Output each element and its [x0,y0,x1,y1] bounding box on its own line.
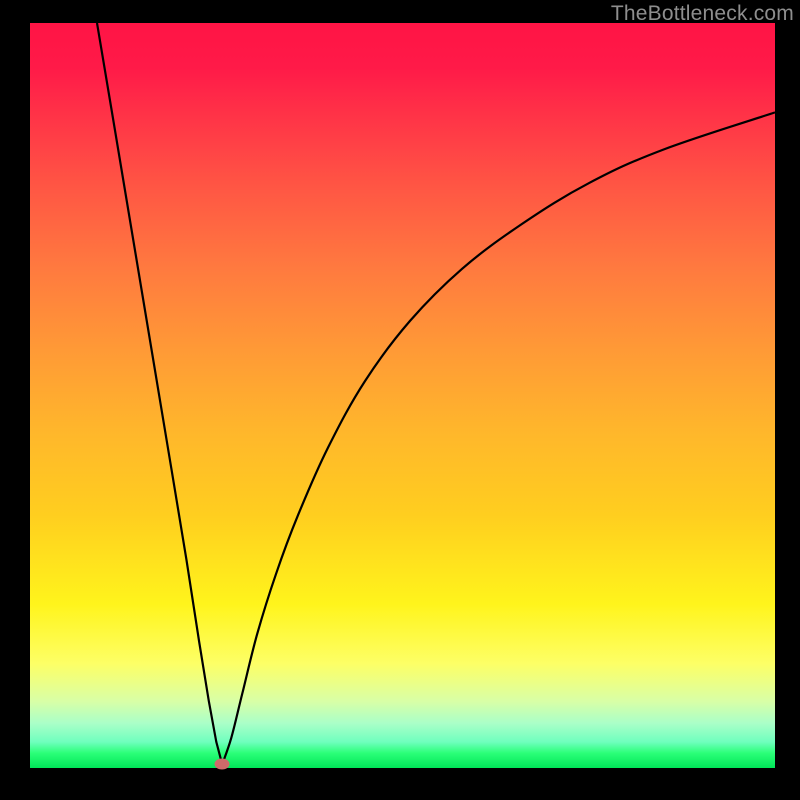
watermark-text: TheBottleneck.com [611,2,794,26]
chart-frame: TheBottleneck.com [0,0,800,800]
minimum-marker [215,759,230,770]
bottleneck-curve [30,23,775,768]
curve-path [97,23,775,764]
chart-plot-area [30,23,775,768]
